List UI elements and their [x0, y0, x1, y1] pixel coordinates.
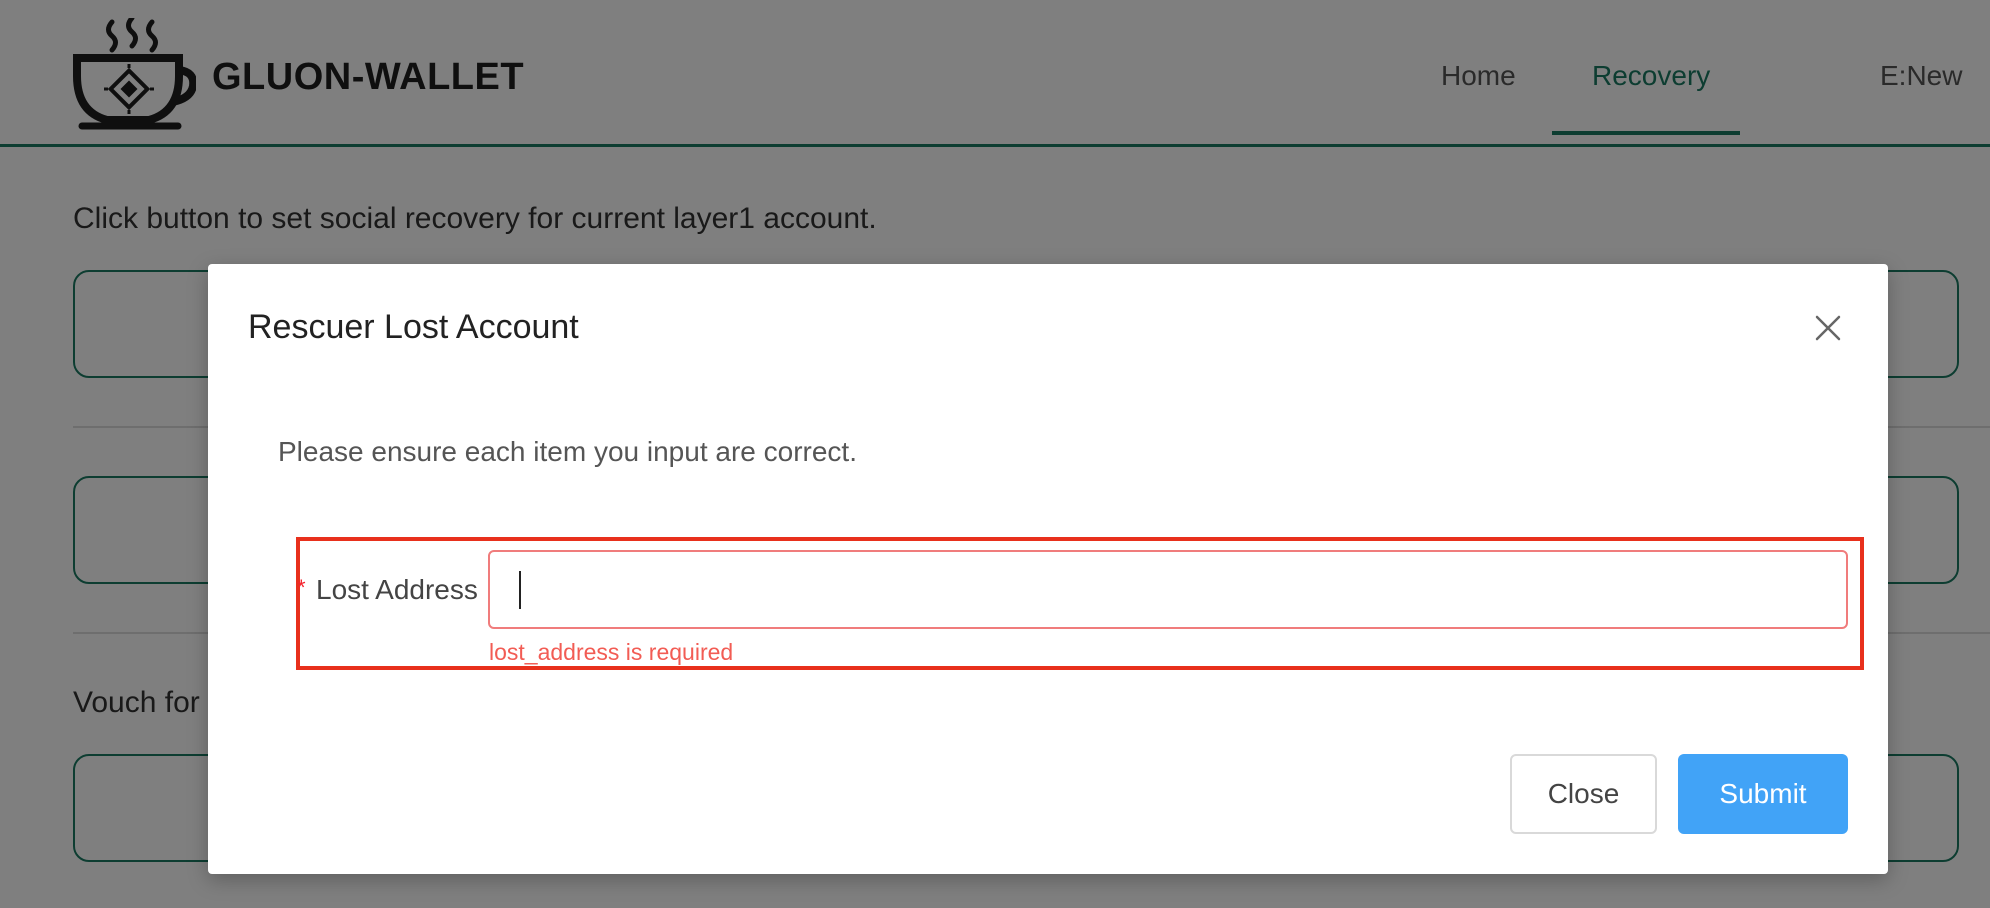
page: GLUON-WALLET Home Recovery E:New Click b… — [0, 0, 1990, 908]
modal-title: Rescuer Lost Account — [248, 308, 579, 346]
close-icon[interactable] — [1811, 311, 1845, 345]
submit-button[interactable]: Submit — [1678, 754, 1848, 834]
required-mark: * — [297, 575, 306, 600]
close-button[interactable]: Close — [1510, 754, 1657, 834]
text-cursor — [519, 571, 521, 609]
lost-address-input[interactable] — [488, 550, 1848, 629]
field-error-message: lost_address is required — [489, 639, 734, 665]
rescuer-lost-account-modal: Rescuer Lost Account Please ensure each … — [208, 264, 1888, 874]
modal-description: Please ensure each item you input are co… — [278, 436, 857, 467]
lost-address-label: Lost Address — [316, 574, 478, 605]
